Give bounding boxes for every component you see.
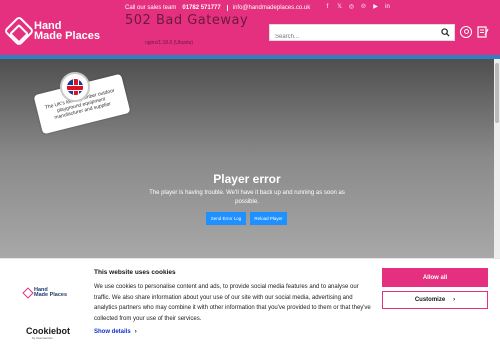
- pinterest-icon[interactable]: ℗: [360, 4, 367, 10]
- send-error-log-button[interactable]: Send Error Log: [206, 212, 246, 225]
- email-link[interactable]: info@handmadeplaces.co.uk: [226, 5, 310, 11]
- chevron-right-icon: ›: [134, 329, 137, 335]
- search-icon[interactable]: [441, 28, 450, 37]
- show-details-link[interactable]: Show details ›: [94, 329, 137, 335]
- uk-flag-icon: [67, 79, 83, 95]
- x-icon[interactable]: 𝕏: [336, 3, 343, 10]
- cookiebot-logo[interactable]: Cookiebot: [26, 326, 70, 336]
- cookie-title: This website uses cookies: [94, 269, 176, 276]
- logo-text: Hand Made Places: [34, 21, 101, 42]
- quote-list-icon[interactable]: [477, 26, 489, 38]
- search-input[interactable]: [270, 29, 430, 45]
- error-subtitle: nginx/1.18.0 (Ubuntu): [145, 40, 194, 46]
- account-icon[interactable]: [460, 26, 472, 38]
- uk-seal: [60, 72, 90, 102]
- player-error-title: Player error: [213, 172, 281, 186]
- cookie-site-logo: Hand Made Places: [22, 287, 68, 299]
- logo-icon: [3, 15, 35, 47]
- cookie-logo-line-2: Made Places: [34, 292, 68, 298]
- allow-all-button[interactable]: Allow all: [382, 268, 488, 287]
- cookie-body: We use cookies to personalise content an…: [94, 284, 371, 322]
- error-title: 502 Bad Gateway: [125, 13, 249, 28]
- chevron-right-icon: ›: [453, 297, 456, 303]
- sales-label: Call our sales team: [125, 5, 177, 11]
- site-logo[interactable]: Hand Made Places: [3, 15, 101, 47]
- search-box: [269, 24, 455, 45]
- logo-line-2: Made Places: [34, 30, 101, 42]
- header-bar: Call our sales team 01782 571777 info@ha…: [0, 0, 500, 55]
- customize-button[interactable]: Customize ›: [382, 291, 488, 309]
- show-details-label: Show details: [94, 329, 131, 335]
- youtube-icon[interactable]: ▶: [372, 3, 379, 10]
- phone-link[interactable]: 01782 571777: [182, 5, 220, 11]
- cookiebot-subtitle: by Usercentrics: [32, 336, 53, 340]
- social-links: f 𝕏 ◎ ℗ ▶ in: [324, 3, 391, 11]
- instagram-icon[interactable]: ◎: [348, 3, 355, 10]
- scrollbar[interactable]: [494, 59, 500, 259]
- cookie-logo-icon: [22, 287, 34, 299]
- facebook-icon[interactable]: f: [324, 4, 331, 10]
- customize-label: Customize: [414, 297, 446, 303]
- reload-player-button[interactable]: Reload Player: [250, 212, 287, 225]
- player-error-message: The player is having trouble. We'll have…: [149, 190, 345, 205]
- linkedin-icon[interactable]: in: [384, 4, 391, 10]
- cookie-logo-text: Hand Made Places: [34, 287, 68, 298]
- scrollbar-thumb[interactable]: [495, 63, 499, 123]
- page: Call our sales team 01782 571777 info@ha…: [0, 0, 500, 348]
